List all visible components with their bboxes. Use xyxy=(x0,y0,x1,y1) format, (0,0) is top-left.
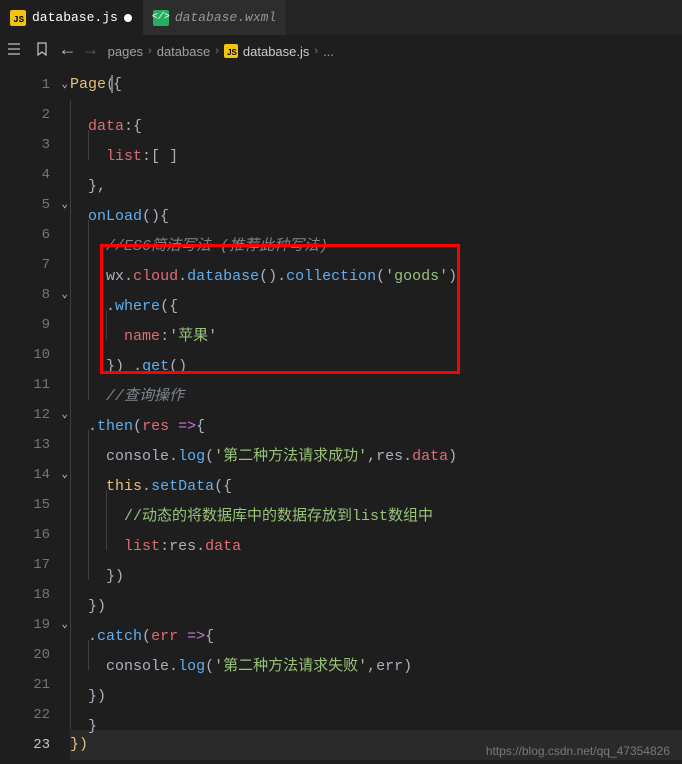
line-number: 9 xyxy=(0,310,70,340)
code-line[interactable]: .catch(err =>{ xyxy=(70,610,682,640)
code-line[interactable]: console.log('第二种方法请求失败',err) xyxy=(70,640,682,670)
fold-chevron-icon[interactable]: ⌄ xyxy=(61,190,68,220)
code-line[interactable]: Page({ xyxy=(70,70,682,100)
bookmark-icon[interactable] xyxy=(34,41,50,62)
line-number: 1⌄ xyxy=(0,70,70,100)
code-line[interactable]: .then(res =>{ xyxy=(70,400,682,430)
code-line[interactable]: list:[ ] xyxy=(70,130,682,160)
line-number: 21 xyxy=(0,670,70,700)
code-line[interactable]: name:'苹果' xyxy=(70,310,682,340)
tab-label: database.wxml xyxy=(175,10,276,25)
line-number-gutter: 1⌄2345⌄678⌄9101112⌄1314⌄1516171819⌄20212… xyxy=(0,66,70,764)
chevron-right-icon: › xyxy=(314,45,318,57)
code-line[interactable]: onLoad(){ xyxy=(70,190,682,220)
line-number: 5⌄ xyxy=(0,190,70,220)
line-number: 16 xyxy=(0,520,70,550)
line-number: 17 xyxy=(0,550,70,580)
line-number: 7 xyxy=(0,250,70,280)
nav-forward-button[interactable]: → xyxy=(85,41,96,61)
line-number: 20 xyxy=(0,640,70,670)
fold-chevron-icon[interactable]: ⌄ xyxy=(61,460,68,490)
wxml-file-icon: </> xyxy=(153,10,169,26)
chevron-right-icon: › xyxy=(215,45,219,57)
breadcrumb[interactable]: pages › database › JS database.js › ... xyxy=(108,44,334,59)
line-number: 14⌄ xyxy=(0,460,70,490)
fold-chevron-icon[interactable]: ⌄ xyxy=(61,70,68,100)
line-number: 11 xyxy=(0,370,70,400)
line-number: 13 xyxy=(0,430,70,460)
breadcrumb-more[interactable]: ... xyxy=(323,44,334,59)
line-number: 3 xyxy=(0,130,70,160)
code-area[interactable]: Page({ data:{ list:[ ] }, onLoad(){ //ES… xyxy=(70,66,682,764)
fold-chevron-icon[interactable]: ⌄ xyxy=(61,280,68,310)
line-number: 4 xyxy=(0,160,70,190)
line-number: 22 xyxy=(0,700,70,730)
code-line[interactable]: //动态的将数据库中的数据存放到list数组中 xyxy=(70,490,682,520)
code-line[interactable]: }) .get() xyxy=(70,340,682,370)
line-number: 8⌄ xyxy=(0,280,70,310)
code-line[interactable]: wx.cloud.database().collection('goods') xyxy=(70,250,682,280)
code-line[interactable]: } xyxy=(70,700,682,730)
line-number: 15 xyxy=(0,490,70,520)
line-number: 19⌄ xyxy=(0,610,70,640)
tab-database-wxml[interactable]: </> database.wxml xyxy=(143,0,287,35)
watermark-text: https://blog.csdn.net/qq_47354826 xyxy=(486,744,670,758)
code-line[interactable]: data:{ xyxy=(70,100,682,130)
breadcrumb-item[interactable]: pages xyxy=(108,44,143,59)
fold-chevron-icon[interactable]: ⌄ xyxy=(61,400,68,430)
js-file-icon: JS xyxy=(224,44,238,58)
split-editor-button[interactable] xyxy=(658,0,682,35)
modified-dot-icon xyxy=(124,14,132,22)
code-line[interactable]: //查询操作 xyxy=(70,370,682,400)
editor-toolbar: ← → pages › database › JS database.js › … xyxy=(0,36,682,66)
nav-back-button[interactable]: ← xyxy=(62,41,73,61)
code-line[interactable]: console.log('第二种方法请求成功',res.data) xyxy=(70,430,682,460)
line-number: 10 xyxy=(0,340,70,370)
breadcrumb-item[interactable]: database xyxy=(157,44,211,59)
code-line[interactable]: }) xyxy=(70,580,682,610)
chevron-right-icon: › xyxy=(148,45,152,57)
fold-chevron-icon[interactable]: ⌄ xyxy=(61,610,68,640)
tab-bar: JS database.js </> database.wxml xyxy=(0,0,682,36)
js-file-icon: JS xyxy=(10,10,26,26)
code-line[interactable]: //ES6简洁写法 (推荐此种写法) xyxy=(70,220,682,250)
tab-database-js[interactable]: JS database.js xyxy=(0,0,143,35)
code-editor[interactable]: 1⌄2345⌄678⌄9101112⌄1314⌄1516171819⌄20212… xyxy=(0,66,682,764)
breadcrumb-item[interactable]: database.js xyxy=(243,44,310,59)
line-number: 18 xyxy=(0,580,70,610)
tab-label: database.js xyxy=(32,10,118,25)
line-number: 2 xyxy=(0,100,70,130)
line-number: 23 xyxy=(0,730,70,760)
line-number: 12⌄ xyxy=(0,400,70,430)
line-number: 6 xyxy=(0,220,70,250)
outline-icon[interactable] xyxy=(6,41,22,62)
